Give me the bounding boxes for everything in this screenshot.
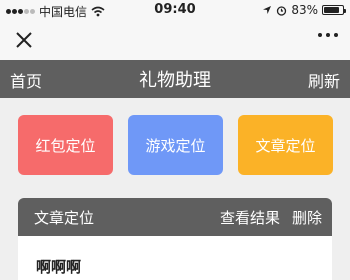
game-locate-button[interactable]: 游戏定位 <box>128 115 223 175</box>
more-dots-icon[interactable] <box>318 33 338 37</box>
card-body: 啊啊啊 <box>18 236 332 280</box>
view-results-link[interactable]: 查看结果 <box>220 207 280 228</box>
close-icon[interactable] <box>12 28 36 52</box>
alarm-icon <box>277 5 287 16</box>
battery-percent: 83% <box>291 3 318 17</box>
status-bar: 中国电信 09:40 83% <box>0 0 350 22</box>
card-title: 文章定位 <box>34 209 95 227</box>
status-right: 83% <box>262 3 346 17</box>
card-header: 文章定位 查看结果 删除 <box>18 198 332 236</box>
red-packet-locate-button[interactable]: 红包定位 <box>18 115 113 175</box>
nav-bar <box>0 22 350 60</box>
battery-icon <box>322 5 346 15</box>
page-title: 礼物助理 <box>139 70 211 91</box>
card-content: 啊啊啊 <box>36 258 82 276</box>
delete-link[interactable]: 删除 <box>292 207 322 228</box>
location-arrow-icon <box>263 6 272 14</box>
article-locate-button[interactable]: 文章定位 <box>238 115 333 175</box>
refresh-link[interactable]: 刷新 <box>308 68 340 92</box>
app-header: 首页 礼物助理 刷新 <box>0 60 350 98</box>
